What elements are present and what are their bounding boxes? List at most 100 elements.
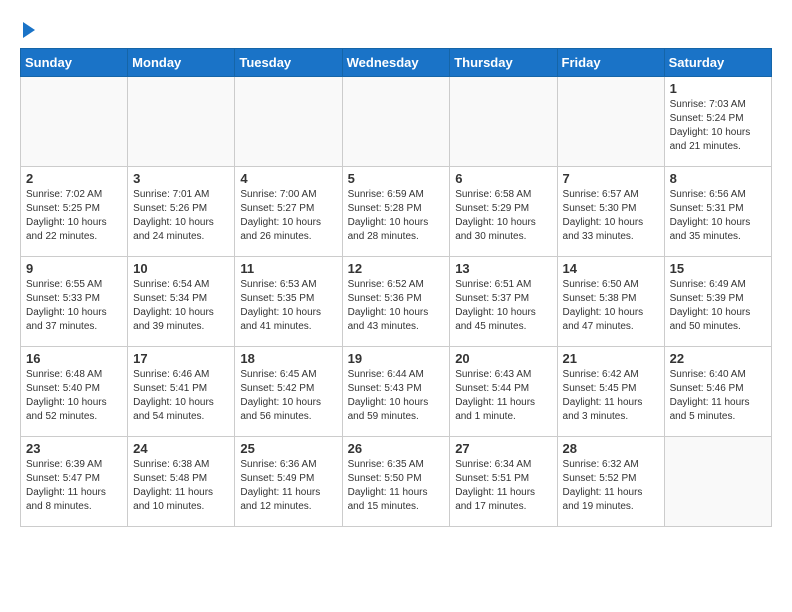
calendar-cell bbox=[557, 77, 664, 167]
day-number: 2 bbox=[26, 171, 122, 186]
day-info: Sunrise: 6:55 AM Sunset: 5:33 PM Dayligh… bbox=[26, 278, 122, 334]
day-number: 13 bbox=[455, 261, 551, 276]
day-info: Sunrise: 6:43 AM Sunset: 5:44 PM Dayligh… bbox=[455, 368, 551, 424]
calendar-cell: 10Sunrise: 6:54 AM Sunset: 5:34 PM Dayli… bbox=[128, 257, 235, 347]
calendar-cell: 16 Sunrise: 6:48 AM Sunset: 5:40 PM Dayli… bbox=[21, 347, 128, 437]
day-info: Sunrise: 7:00 AM Sunset: 5:27 PM Dayligh… bbox=[240, 188, 336, 244]
day-number: 4 bbox=[240, 171, 336, 186]
calendar-cell bbox=[342, 77, 450, 167]
day-number: 24 bbox=[133, 441, 229, 456]
day-number: 22 bbox=[670, 351, 766, 366]
day-number: 17 bbox=[133, 351, 229, 366]
day-info: Sunrise: 6:44 AM Sunset: 5:43 PM Dayligh… bbox=[348, 368, 445, 424]
day-number: 8 bbox=[670, 171, 766, 186]
day-info: Sunrise: 6:50 AM Sunset: 5:38 PM Dayligh… bbox=[563, 278, 659, 334]
day-info: Sunrise: 6:39 AM Sunset: 5:47 PM Dayligh… bbox=[26, 458, 122, 514]
day-number: 3 bbox=[133, 171, 229, 186]
weekday-header-sunday: Sunday bbox=[21, 49, 128, 77]
calendar-cell: 26 Sunrise: 6:35 AM Sunset: 5:50 PM Dayli… bbox=[342, 437, 450, 527]
calendar-cell bbox=[21, 77, 128, 167]
calendar-cell: 19 Sunrise: 6:44 AM Sunset: 5:43 PM Dayli… bbox=[342, 347, 450, 437]
logo-arrow-icon bbox=[23, 22, 35, 38]
day-info: Sunrise: 6:32 AM Sunset: 5:52 PM Dayligh… bbox=[563, 458, 659, 514]
calendar-cell: 1 Sunrise: 7:03 AM Sunset: 5:24 PM Daylig… bbox=[664, 77, 771, 167]
day-info: Sunrise: 6:49 AM Sunset: 5:39 PM Dayligh… bbox=[670, 278, 766, 334]
day-info: Sunrise: 6:46 AM Sunset: 5:41 PM Dayligh… bbox=[133, 368, 229, 424]
day-number: 10 bbox=[133, 261, 229, 276]
day-info: Sunrise: 6:48 AM Sunset: 5:40 PM Dayligh… bbox=[26, 368, 122, 424]
page-header bbox=[20, 20, 772, 38]
calendar-cell: 14 Sunrise: 6:50 AM Sunset: 5:38 PM Dayli… bbox=[557, 257, 664, 347]
day-info: Sunrise: 6:58 AM Sunset: 5:29 PM Dayligh… bbox=[455, 188, 551, 244]
calendar-cell: 4 Sunrise: 7:00 AM Sunset: 5:27 PM Daylig… bbox=[235, 167, 342, 257]
day-number: 15 bbox=[670, 261, 766, 276]
day-info: Sunrise: 6:40 AM Sunset: 5:46 PM Dayligh… bbox=[670, 368, 766, 424]
calendar-cell: 18 Sunrise: 6:45 AM Sunset: 5:42 PM Dayli… bbox=[235, 347, 342, 437]
calendar-cell: 20 Sunrise: 6:43 AM Sunset: 5:44 PM Dayli… bbox=[450, 347, 557, 437]
weekday-header-saturday: Saturday bbox=[664, 49, 771, 77]
calendar-cell: 13 Sunrise: 6:51 AM Sunset: 5:37 PM Dayli… bbox=[450, 257, 557, 347]
calendar-cell: 7 Sunrise: 6:57 AM Sunset: 5:30 PM Daylig… bbox=[557, 167, 664, 257]
calendar-cell bbox=[450, 77, 557, 167]
day-number: 11 bbox=[240, 261, 336, 276]
day-info: Sunrise: 6:45 AM Sunset: 5:42 PM Dayligh… bbox=[240, 368, 336, 424]
day-info: Sunrise: 6:57 AM Sunset: 5:30 PM Dayligh… bbox=[563, 188, 659, 244]
calendar-cell: 28 Sunrise: 6:32 AM Sunset: 5:52 PM Dayli… bbox=[557, 437, 664, 527]
day-info: Sunrise: 6:35 AM Sunset: 5:50 PM Dayligh… bbox=[348, 458, 445, 514]
day-number: 20 bbox=[455, 351, 551, 366]
calendar-cell: 24 Sunrise: 6:38 AM Sunset: 5:48 PM Dayli… bbox=[128, 437, 235, 527]
calendar-table: SundayMondayTuesdayWednesdayThursdayFrid… bbox=[20, 48, 772, 527]
day-number: 27 bbox=[455, 441, 551, 456]
day-number: 1 bbox=[670, 81, 766, 96]
calendar-week-4: 23 Sunrise: 6:39 AM Sunset: 5:47 PM Dayli… bbox=[21, 437, 772, 527]
day-info: Sunrise: 7:03 AM Sunset: 5:24 PM Dayligh… bbox=[670, 98, 766, 154]
day-number: 14 bbox=[563, 261, 659, 276]
day-info: Sunrise: 7:02 AM Sunset: 5:25 PM Dayligh… bbox=[26, 188, 122, 244]
calendar-cell: 5Sunrise: 6:59 AM Sunset: 5:28 PM Daylig… bbox=[342, 167, 450, 257]
weekday-header-tuesday: Tuesday bbox=[235, 49, 342, 77]
day-info: Sunrise: 6:38 AM Sunset: 5:48 PM Dayligh… bbox=[133, 458, 229, 514]
day-number: 23 bbox=[26, 441, 122, 456]
day-number: 6 bbox=[455, 171, 551, 186]
calendar-cell: 27 Sunrise: 6:34 AM Sunset: 5:51 PM Dayli… bbox=[450, 437, 557, 527]
day-number: 21 bbox=[563, 351, 659, 366]
day-number: 18 bbox=[240, 351, 336, 366]
weekday-header-monday: Monday bbox=[128, 49, 235, 77]
calendar-cell: 2 Sunrise: 7:02 AM Sunset: 5:25 PM Daylig… bbox=[21, 167, 128, 257]
day-number: 25 bbox=[240, 441, 336, 456]
day-number: 12 bbox=[348, 261, 445, 276]
day-info: Sunrise: 6:51 AM Sunset: 5:37 PM Dayligh… bbox=[455, 278, 551, 334]
day-info: Sunrise: 6:42 AM Sunset: 5:45 PM Dayligh… bbox=[563, 368, 659, 424]
calendar-week-1: 2 Sunrise: 7:02 AM Sunset: 5:25 PM Daylig… bbox=[21, 167, 772, 257]
calendar-cell: 22 Sunrise: 6:40 AM Sunset: 5:46 PM Dayli… bbox=[664, 347, 771, 437]
calendar-cell: 21 Sunrise: 6:42 AM Sunset: 5:45 PM Dayli… bbox=[557, 347, 664, 437]
weekday-header-friday: Friday bbox=[557, 49, 664, 77]
calendar-cell: 6 Sunrise: 6:58 AM Sunset: 5:29 PM Daylig… bbox=[450, 167, 557, 257]
day-number: 7 bbox=[563, 171, 659, 186]
calendar-cell: 8 Sunrise: 6:56 AM Sunset: 5:31 PM Daylig… bbox=[664, 167, 771, 257]
calendar-cell bbox=[664, 437, 771, 527]
day-number: 16 bbox=[26, 351, 122, 366]
weekday-header-thursday: Thursday bbox=[450, 49, 557, 77]
calendar-week-2: 9 Sunrise: 6:55 AM Sunset: 5:33 PM Daylig… bbox=[21, 257, 772, 347]
day-number: 28 bbox=[563, 441, 659, 456]
day-info: Sunrise: 7:01 AM Sunset: 5:26 PM Dayligh… bbox=[133, 188, 229, 244]
day-number: 19 bbox=[348, 351, 445, 366]
day-info: Sunrise: 6:56 AM Sunset: 5:31 PM Dayligh… bbox=[670, 188, 766, 244]
calendar-cell: 12 Sunrise: 6:52 AM Sunset: 5:36 PM Dayli… bbox=[342, 257, 450, 347]
day-number: 9 bbox=[26, 261, 122, 276]
day-info: Sunrise: 6:53 AM Sunset: 5:35 PM Dayligh… bbox=[240, 278, 336, 334]
calendar-cell: 11 Sunrise: 6:53 AM Sunset: 5:35 PM Dayli… bbox=[235, 257, 342, 347]
day-info: Sunrise: 6:52 AM Sunset: 5:36 PM Dayligh… bbox=[348, 278, 445, 334]
calendar-cell: 23 Sunrise: 6:39 AM Sunset: 5:47 PM Dayli… bbox=[21, 437, 128, 527]
logo bbox=[20, 20, 35, 38]
day-info: Sunrise: 6:34 AM Sunset: 5:51 PM Dayligh… bbox=[455, 458, 551, 514]
calendar-cell: 17 Sunrise: 6:46 AM Sunset: 5:41 PM Dayli… bbox=[128, 347, 235, 437]
calendar-cell: 15 Sunrise: 6:49 AM Sunset: 5:39 PM Dayli… bbox=[664, 257, 771, 347]
calendar-week-3: 16 Sunrise: 6:48 AM Sunset: 5:40 PM Dayli… bbox=[21, 347, 772, 437]
weekday-header-wednesday: Wednesday bbox=[342, 49, 450, 77]
calendar-cell bbox=[128, 77, 235, 167]
day-number: 26 bbox=[348, 441, 445, 456]
weekday-header-row: SundayMondayTuesdayWednesdayThursdayFrid… bbox=[21, 49, 772, 77]
day-info: Sunrise: 6:59 AM Sunset: 5:28 PM Dayligh… bbox=[348, 188, 445, 244]
